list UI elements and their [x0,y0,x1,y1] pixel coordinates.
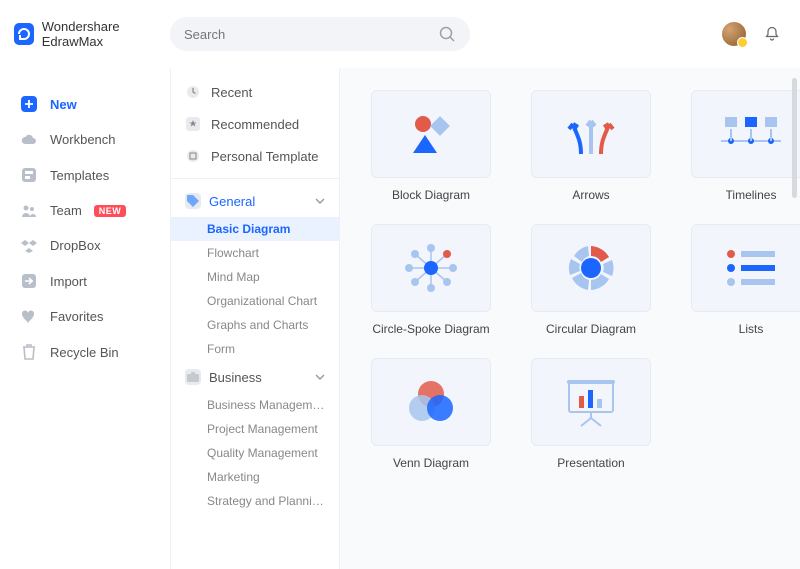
subcategory-quality-management[interactable]: Quality Management [171,441,339,465]
plus-icon [20,96,38,112]
briefcase-icon [185,369,201,385]
nav-label: New [50,97,77,112]
nav-label: Team [50,203,82,218]
nav-label: DropBox [50,238,101,253]
category-business[interactable]: Business [171,361,339,393]
star-icon [185,116,201,132]
nav-new[interactable]: New [0,86,170,122]
divider [171,178,339,179]
heart-icon [20,310,38,324]
topbar: Wondershare EdrawMax [0,0,800,68]
brand-name: Wondershare EdrawMax [42,19,170,49]
tag-icon [185,193,201,209]
subcategory-mind-map[interactable]: Mind Map [171,265,339,289]
user-avatar[interactable] [722,22,746,46]
subcategory-organizational-chart[interactable]: Organizational Chart [171,289,339,313]
subcategory-business-management[interactable]: Business Management [171,393,339,417]
template-label: Circle-Spoke Diagram [372,322,489,336]
category-sidebar: Recent Recommended Personal Template Gen… [170,68,340,569]
subcategory-basic-diagram[interactable]: Basic Diagram [171,217,339,241]
nav-import[interactable]: Import [0,263,170,299]
subcategory-strategy-planning[interactable]: Strategy and Planning [171,489,339,513]
chevron-down-icon [315,198,325,204]
template-lists[interactable]: Lists [686,224,800,336]
midbar-personal-template[interactable]: Personal Template [171,140,339,172]
nav-team[interactable]: Team NEW [0,193,170,228]
midbar-recent[interactable]: Recent [171,76,339,108]
midbar-recommended[interactable]: Recommended [171,108,339,140]
search-icon [438,25,456,43]
scrollbar[interactable] [792,78,797,198]
template-label: Arrows [572,188,609,202]
template-circular-diagram[interactable]: Circular Diagram [526,224,656,336]
nav-templates[interactable]: Templates [0,157,170,193]
template-label: Circular Diagram [546,322,636,336]
cloud-icon [20,134,38,146]
subcategory-project-management[interactable]: Project Management [171,417,339,441]
primary-sidebar: New Workbench Templates Team NEW DropBox [0,68,170,569]
bell-icon[interactable] [764,26,780,42]
template-block-diagram[interactable]: Block Diagram [366,90,496,202]
team-icon [20,204,38,218]
nav-favorites[interactable]: Favorites [0,299,170,334]
nav-label: Import [50,274,87,289]
category-label: Business [209,370,262,385]
nav-label: Favorites [50,309,103,324]
template-label: Presentation [557,456,624,470]
dropbox-icon [20,239,38,253]
template-label: Timelines [726,188,777,202]
templates-icon [20,167,38,183]
search-input[interactable] [184,27,438,42]
subcategory-form[interactable]: Form [171,337,339,361]
nav-label: Recycle Bin [50,345,119,360]
brand: Wondershare EdrawMax [14,19,170,49]
template-label: Lists [739,322,764,336]
clock-icon [185,84,201,100]
template-timelines[interactable]: Timelines [686,90,800,202]
midbar-label: Personal Template [211,149,318,164]
subcategory-graphs-charts[interactable]: Graphs and Charts [171,313,339,337]
chevron-down-icon [315,374,325,380]
template-presentation[interactable]: Presentation [526,358,656,470]
nav-label: Templates [50,168,109,183]
subcategory-flowchart[interactable]: Flowchart [171,241,339,265]
import-icon [20,273,38,289]
midbar-label: Recent [211,85,252,100]
category-general[interactable]: General [171,185,339,217]
template-icon [185,148,201,164]
nav-dropbox[interactable]: DropBox [0,228,170,263]
nav-recycle-bin[interactable]: Recycle Bin [0,334,170,370]
template-label: Block Diagram [392,188,470,202]
new-badge: NEW [94,205,127,217]
brand-logo-icon [14,23,34,45]
nav-label: Workbench [50,132,116,147]
template-circle-spoke[interactable]: Circle-Spoke Diagram [366,224,496,336]
trash-icon [20,344,38,360]
template-grid-area: Block Diagram Arrows Timelines Circle-Sp… [340,68,800,569]
nav-workbench[interactable]: Workbench [0,122,170,157]
category-label: General [209,194,255,209]
template-arrows[interactable]: Arrows [526,90,656,202]
search-field[interactable] [170,17,470,51]
template-venn-diagram[interactable]: Venn Diagram [366,358,496,470]
subcategory-marketing[interactable]: Marketing [171,465,339,489]
midbar-label: Recommended [211,117,299,132]
template-label: Venn Diagram [393,456,469,470]
